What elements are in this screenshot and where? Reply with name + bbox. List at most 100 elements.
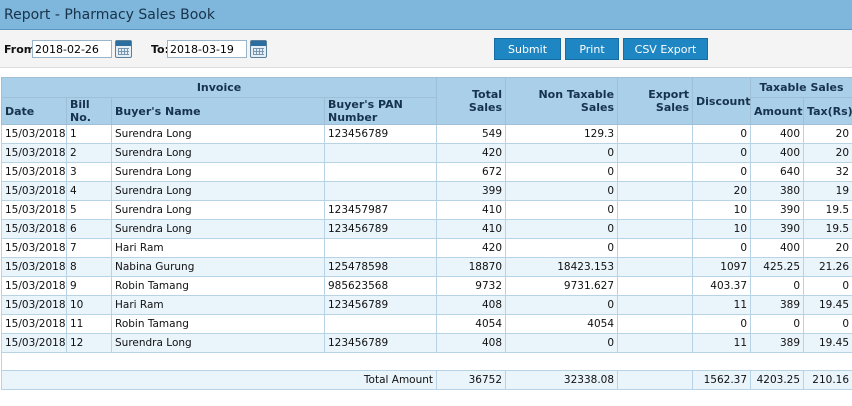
total-sales-cell: 408 <box>436 295 507 315</box>
non-taxable-cell: 129.3 <box>505 124 619 144</box>
buyer-pan-cell <box>323 238 438 258</box>
non-taxable-cell: 0 <box>505 295 619 315</box>
taxable-amount-cell: 425.25 <box>750 257 805 277</box>
discount-cell: 11 <box>692 333 752 353</box>
date-cell: 15/03/2018 <box>1 314 67 334</box>
table-row: 15/03/2018 9 Robin Tamang 985623568 9732 9731… <box>1 276 852 296</box>
buyer-name-cell: Surendra Long <box>111 333 325 353</box>
non-taxable-cell: 0 <box>505 181 619 201</box>
total-discount-value: 1562.37 <box>692 370 752 390</box>
total-sales-cell: 672 <box>436 162 507 182</box>
discount-cell: 0 <box>692 238 752 258</box>
tax-cell: 19 <box>803 181 852 201</box>
buyer-pan-cell: 123456789 <box>323 333 438 353</box>
buyer-name-header: Buyer's Name <box>111 97 325 125</box>
total-sales-cell: 420 <box>436 238 507 258</box>
buyer-pan-header: Buyer's PAN Number <box>323 97 438 125</box>
tax-cell: 0 <box>803 276 852 296</box>
tax-cell: 19.5 <box>803 219 852 239</box>
total-sales-value: 36752 <box>436 370 507 390</box>
bill-no-cell: 8 <box>66 257 112 277</box>
buyer-pan-cell: 123456789 <box>323 219 438 239</box>
date-cell: 15/03/2018 <box>1 333 67 353</box>
non-taxable-cell: 4054 <box>505 314 619 334</box>
date-cell: 15/03/2018 <box>1 257 67 277</box>
from-date-input[interactable] <box>32 40 112 58</box>
taxable-sales-group-header: Taxable Sales <box>750 77 852 98</box>
taxable-amount-cell: 390 <box>750 200 805 220</box>
taxable-amount-cell: 390 <box>750 219 805 239</box>
total-row: Total Amount 36752 32338.08 1562.37 4203… <box>0 370 852 390</box>
taxable-amount-cell: 0 <box>750 314 805 334</box>
buyer-pan-cell <box>323 181 438 201</box>
total-export-value <box>617 370 694 390</box>
buyer-name-cell: Surendra Long <box>111 124 325 144</box>
submit-button[interactable]: Submit <box>494 38 561 60</box>
total-sales-cell: 4054 <box>436 314 507 334</box>
buyer-name-cell: Surendra Long <box>111 219 325 239</box>
print-button[interactable]: Print <box>565 38 619 60</box>
taxable-amount-cell: 640 <box>750 162 805 182</box>
buyer-name-cell: Robin Tamang <box>111 276 325 296</box>
discount-header: Discount <box>692 77 752 125</box>
buyer-name-cell: Surendra Long <box>111 162 325 182</box>
total-sales-cell: 410 <box>436 200 507 220</box>
amount-header: Amount <box>750 97 805 125</box>
spacer-row <box>0 352 852 371</box>
bill-no-cell: 3 <box>66 162 112 182</box>
discount-cell: 0 <box>692 314 752 334</box>
tax-cell: 19.45 <box>803 333 852 353</box>
bill-no-cell: 4 <box>66 181 112 201</box>
date-cell: 15/03/2018 <box>1 200 67 220</box>
total-non-taxable-value: 32338.08 <box>505 370 619 390</box>
table-row: 15/03/2018 12 Surendra Long 123456789 408 0 11… <box>1 333 852 353</box>
taxable-amount-cell: 400 <box>750 238 805 258</box>
non-taxable-cell: 0 <box>505 143 619 163</box>
to-date-input[interactable] <box>167 40 247 58</box>
non-taxable-cell: 0 <box>505 333 619 353</box>
taxable-amount-cell: 0 <box>750 276 805 296</box>
table-row: 15/03/2018 11 Robin Tamang 4054 4054 0 0 0 <box>1 314 852 334</box>
csv-export-button[interactable]: CSV Export <box>623 38 708 60</box>
discount-cell: 0 <box>692 124 752 144</box>
taxable-amount-cell: 400 <box>750 124 805 144</box>
buyer-pan-cell: 125478598 <box>323 257 438 277</box>
bill-no-cell: 2 <box>66 143 112 163</box>
date-cell: 15/03/2018 <box>1 238 67 258</box>
date-cell: 15/03/2018 <box>1 162 67 182</box>
table-row: 15/03/2018 10 Hari Ram 123456789 408 0 11 389 19… <box>1 295 852 315</box>
total-sales-cell: 420 <box>436 143 507 163</box>
page-title: Report - Pharmacy Sales Book <box>4 6 215 23</box>
total-sales-cell: 549 <box>436 124 507 144</box>
export-sales-cell <box>617 257 694 277</box>
buyer-pan-cell <box>323 162 438 182</box>
export-sales-cell <box>617 181 694 201</box>
total-tax-value: 210.16 <box>803 370 852 390</box>
taxable-amount-cell: 400 <box>750 143 805 163</box>
sales-book-table: Invoice Total Sales Non Taxable Sales Ex… <box>0 77 852 390</box>
buyer-name-cell: Hari Ram <box>111 295 325 315</box>
to-calendar-icon[interactable] <box>250 40 267 58</box>
export-sales-cell <box>617 295 694 315</box>
buyer-pan-cell: 123456789 <box>323 124 438 144</box>
bill-no-cell: 5 <box>66 200 112 220</box>
table-row: 15/03/2018 1 Surendra Long 123456789 549 129.… <box>1 124 852 144</box>
bill-no-header: Bill No. <box>66 97 112 125</box>
export-sales-cell <box>617 124 694 144</box>
bill-no-cell: 10 <box>66 295 112 315</box>
buyer-pan-cell <box>323 314 438 334</box>
total-sales-cell: 399 <box>436 181 507 201</box>
export-sales-cell <box>617 333 694 353</box>
export-sales-cell <box>617 276 694 296</box>
non-taxable-cell: 0 <box>505 162 619 182</box>
discount-cell: 10 <box>692 219 752 239</box>
non-taxable-cell: 18423.153 <box>505 257 619 277</box>
date-cell: 15/03/2018 <box>1 181 67 201</box>
buyer-pan-cell: 123457987 <box>323 200 438 220</box>
discount-cell: 10 <box>692 200 752 220</box>
taxable-amount-cell: 389 <box>750 333 805 353</box>
buyer-name-cell: Surendra Long <box>111 200 325 220</box>
buyer-pan-cell: 123456789 <box>323 295 438 315</box>
from-calendar-icon[interactable] <box>115 40 132 58</box>
bill-no-cell: 11 <box>66 314 112 334</box>
